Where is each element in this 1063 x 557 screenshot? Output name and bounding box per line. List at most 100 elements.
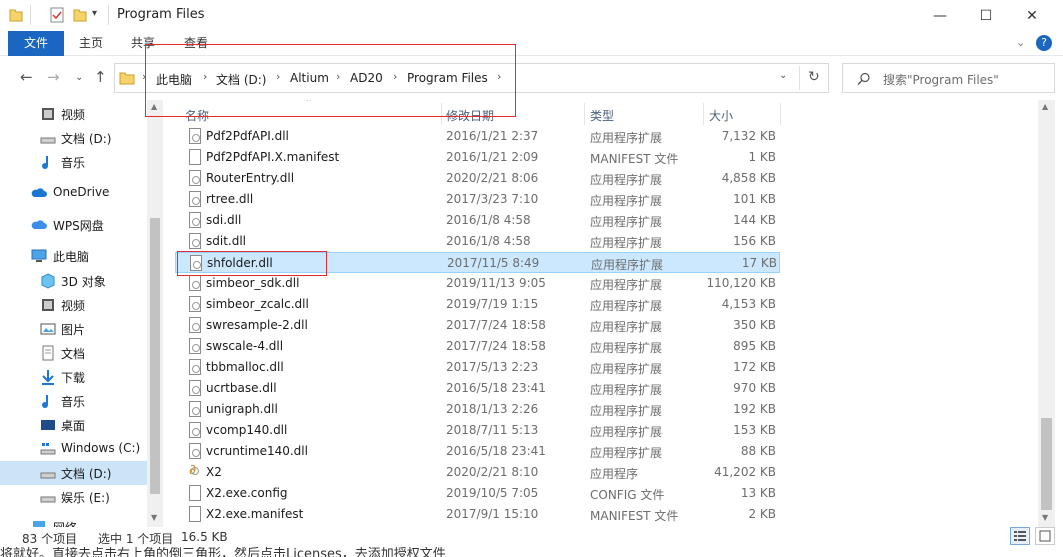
file-type: 应用程序扩展 [590, 194, 663, 208]
file-name: X2 [206, 465, 222, 479]
file-date: 2020/2/21 8:06 [446, 171, 539, 185]
new-folder-icon[interactable] [73, 7, 87, 23]
file-name: RouterEntry.dll [206, 171, 295, 185]
scroll-down-icon[interactable]: ▼ [1042, 513, 1048, 522]
large-icons-view-button[interactable] [1035, 527, 1055, 545]
network-icon [33, 521, 45, 527]
recent-locations-icon[interactable]: ⌄ [75, 72, 83, 83]
dll-file-icon [189, 191, 201, 207]
dll-file-icon [189, 443, 201, 459]
file-row[interactable]: RouterEntry.dll 2020/2/21 8:06 应用程序扩展 4,858… [175, 168, 780, 189]
file-row[interactable]: X2.exe.manifest 2017/9/1 15:10 MANIFEST 文件… [175, 504, 780, 525]
file-row[interactable]: sdit.dll 2016/1/8 4:58 应用程序扩展 156 KB [175, 231, 780, 252]
sidebar-item-label: 音乐 [61, 156, 86, 170]
column-header-type[interactable]: 类型 [590, 107, 614, 124]
file-row[interactable]: vcomp140.dll 2018/7/11 5:13 应用程序扩展 153 KB [175, 420, 780, 441]
file-type: 应用程序扩展 [590, 236, 663, 250]
maximize-button[interactable]: ☐ [963, 0, 1009, 31]
sidebar-item-onedrive[interactable]: OneDrive [0, 181, 147, 205]
sidebar-item-label: 桌面 [61, 419, 86, 433]
file-row[interactable]: X2.exe.config 2019/10/5 7:05 CONFIG 文件 13 K… [175, 483, 780, 504]
maximize-icon: ☐ [979, 7, 993, 24]
sidebar-item-drive-d[interactable]: 文档 (D:) [0, 461, 147, 485]
caption-text: 将就好。直接去点击右上角的倒三角形，然后点击Licenses，去添加授权文件 [0, 547, 446, 557]
file-name: X2.exe.config [206, 486, 288, 500]
sidebar-item-label: 音乐 [61, 395, 86, 409]
file-row[interactable]: ucrtbase.dll 2016/5/18 23:41 应用程序扩展 970 KB [175, 378, 780, 399]
sidebar-item-pictures[interactable]: 图片 [0, 317, 147, 341]
sidebar-item-drive-d[interactable]: 文档 (D:) [0, 126, 147, 150]
file-row[interactable]: Pdf2PdfAPI.dll 2016/1/21 2:37 应用程序扩展 7,132 … [175, 126, 780, 147]
music-icon [42, 156, 48, 169]
back-arrow-icon[interactable]: ← [20, 68, 33, 86]
file-row[interactable]: rtree.dll 2017/3/23 7:10 应用程序扩展 101 KB [175, 189, 780, 210]
scroll-down-icon[interactable]: ▼ [151, 513, 157, 522]
sidebar-item-label: 文档 [61, 347, 86, 361]
file-type: 应用程序 [590, 467, 639, 481]
file-type: MANIFEST 文件 [590, 509, 679, 523]
ribbon-collapse-icon[interactable]: ⌄ [1016, 36, 1025, 49]
close-button[interactable]: ✕ [1009, 0, 1055, 31]
sidebar-item-label: 网络 [53, 519, 77, 527]
file-type: 应用程序扩展 [590, 446, 663, 460]
file-date: 2016/5/18 23:41 [446, 381, 546, 395]
sidebar-item-this-pc[interactable]: 此电脑 [0, 244, 147, 268]
dll-file-icon [189, 338, 201, 354]
file-row[interactable]: Pdf2PdfAPI.X.manifest 2016/1/21 2:09 MANIF… [175, 147, 780, 168]
sidebar-item-windows-c[interactable]: Windows (C:) [0, 437, 147, 461]
sidebar-item-music[interactable]: 音乐 [0, 389, 147, 413]
sidebar-item-music[interactable]: 音乐 [0, 150, 147, 174]
file-name: sdi.dll [206, 213, 242, 227]
file-icon [189, 506, 201, 522]
tab-file[interactable]: 文件 [8, 31, 64, 56]
file-row[interactable]: swresample-2.dll 2017/7/24 18:58 应用程序扩展 350… [175, 315, 780, 336]
file-row[interactable]: swscale-4.dll 2017/7/24 18:58 应用程序扩展 895 KB [175, 336, 780, 357]
file-row[interactable]: tbbmalloc.dll 2017/5/13 2:23 应用程序扩展 172 KB [175, 357, 780, 378]
column-header-size[interactable]: 大小 [709, 107, 733, 124]
sidebar-item-network[interactable]: 网络 [0, 515, 147, 527]
sidebar-item-downloads[interactable]: 下载 [0, 365, 147, 389]
help-icon[interactable]: ? [1036, 35, 1052, 51]
quick-access-dropdown-icon[interactable]: ▾ [92, 8, 97, 19]
address-dropdown-icon[interactable]: ⌄ [779, 70, 787, 81]
file-name: swresample-2.dll [206, 318, 308, 332]
file-row[interactable]: simbeor_sdk.dll 2019/11/13 9:05 应用程序扩展 110,… [175, 273, 780, 294]
sidebar-item-documents[interactable]: 文档 [0, 341, 147, 365]
scroll-up-icon[interactable]: ▲ [1042, 102, 1048, 111]
drive-icon [40, 137, 56, 144]
up-arrow-icon[interactable]: ↑ [94, 68, 107, 86]
file-date: 2016/1/8 4:58 [446, 234, 531, 248]
file-row[interactable]: vcruntime140.dll 2016/5/18 23:41 应用程序扩展 88 … [175, 441, 780, 462]
minimize-button[interactable]: — [917, 0, 963, 31]
sidebar-item-videos[interactable]: 视频 [0, 102, 147, 126]
properties-icon[interactable] [49, 7, 65, 23]
sidebar-item-videos[interactable]: 视频 [0, 293, 147, 317]
sidebar-scrollbar-thumb[interactable] [150, 218, 160, 494]
sidebar-item-3d-objects[interactable]: 3D 对象 [0, 269, 147, 293]
search-input[interactable]: 搜索"Program Files" [842, 63, 1055, 93]
navigation-pane: 视频 文档 (D:) 音乐 OneDrive WPS网盘 此电脑 3D 对象 视… [0, 100, 163, 527]
large-icons-view-icon [1039, 530, 1051, 542]
file-type: CONFIG 文件 [590, 488, 665, 502]
sidebar-item-label: 视频 [61, 108, 86, 122]
sidebar-item-drive-e[interactable]: 娱乐 (E:) [0, 485, 147, 509]
file-type: 应用程序扩展 [590, 173, 663, 187]
file-size: 4,858 KB [721, 171, 776, 185]
file-size: 17 KB [741, 256, 777, 270]
file-size: 41,202 KB [714, 465, 776, 479]
file-size: 895 KB [733, 339, 776, 353]
documents-icon [42, 345, 54, 361]
forward-arrow-icon[interactable]: → [47, 68, 60, 86]
file-size: 88 KB [740, 444, 776, 458]
file-row[interactable]: sdi.dll 2016/1/8 4:58 应用程序扩展 144 KB [175, 210, 780, 231]
file-list-scrollbar-thumb[interactable] [1041, 418, 1052, 510]
file-row[interactable]: unigraph.dll 2018/1/13 2:26 应用程序扩展 192 KB [175, 399, 780, 420]
sidebar-item-desktop[interactable]: 桌面 [0, 413, 147, 437]
details-view-button[interactable] [1010, 527, 1030, 545]
refresh-icon[interactable]: ↻ [808, 69, 820, 85]
file-date: 2016/1/21 2:37 [446, 129, 539, 143]
tab-home[interactable]: 主页 [72, 31, 110, 56]
sidebar-item-wps-cloud[interactable]: WPS网盘 [0, 213, 147, 237]
file-row[interactable]: ∂ X2 2020/2/21 8:10 应用程序 41,202 KB [175, 462, 780, 483]
file-row[interactable]: simbeor_zcalc.dll 2019/7/19 1:15 应用程序扩展 4,1… [175, 294, 780, 315]
